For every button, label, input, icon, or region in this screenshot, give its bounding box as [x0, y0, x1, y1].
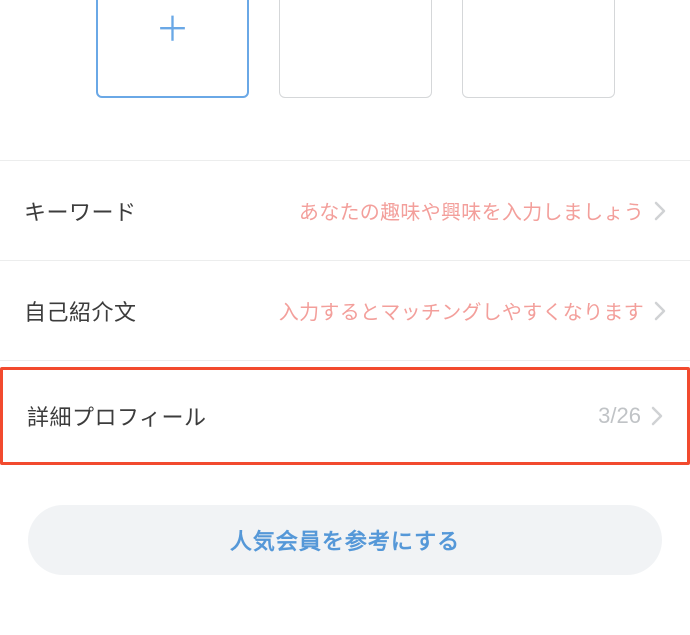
bottom-area: 人気会員を参考にする — [0, 469, 690, 575]
plus-icon: ＋ — [156, 13, 190, 47]
reference-popular-button[interactable]: 人気会員を参考にする — [28, 505, 662, 575]
add-photo-slot[interactable]: ＋ — [96, 0, 249, 98]
chevron-right-icon — [651, 406, 663, 426]
button-label: 人気会員を参考にする — [230, 524, 460, 556]
chevron-right-icon — [654, 201, 666, 221]
item-hint: 入力するとマッチングしやすくなります — [279, 296, 644, 325]
photo-slot-row: ＋ — [0, 0, 690, 98]
list-item-detailed-profile[interactable]: 詳細プロフィール 3/26 — [0, 367, 690, 465]
list-item-keyword[interactable]: キーワード あなたの趣味や興味を入力しましょう — [0, 161, 690, 261]
list-item-intro[interactable]: 自己紹介文 入力するとマッチングしやすくなります — [0, 261, 690, 361]
chevron-right-icon — [654, 301, 666, 321]
item-count: 3/26 — [598, 403, 641, 429]
item-label: キーワード — [24, 195, 137, 227]
item-label: 詳細プロフィール — [27, 400, 207, 432]
empty-photo-slot[interactable] — [279, 0, 432, 98]
item-hint: あなたの趣味や興味を入力しましょう — [299, 196, 644, 225]
empty-photo-slot[interactable] — [462, 0, 615, 98]
item-right: 3/26 — [598, 403, 663, 429]
item-right: 入力するとマッチングしやすくなります — [279, 296, 666, 325]
item-right: あなたの趣味や興味を入力しましょう — [299, 196, 666, 225]
item-label: 自己紹介文 — [24, 295, 137, 327]
